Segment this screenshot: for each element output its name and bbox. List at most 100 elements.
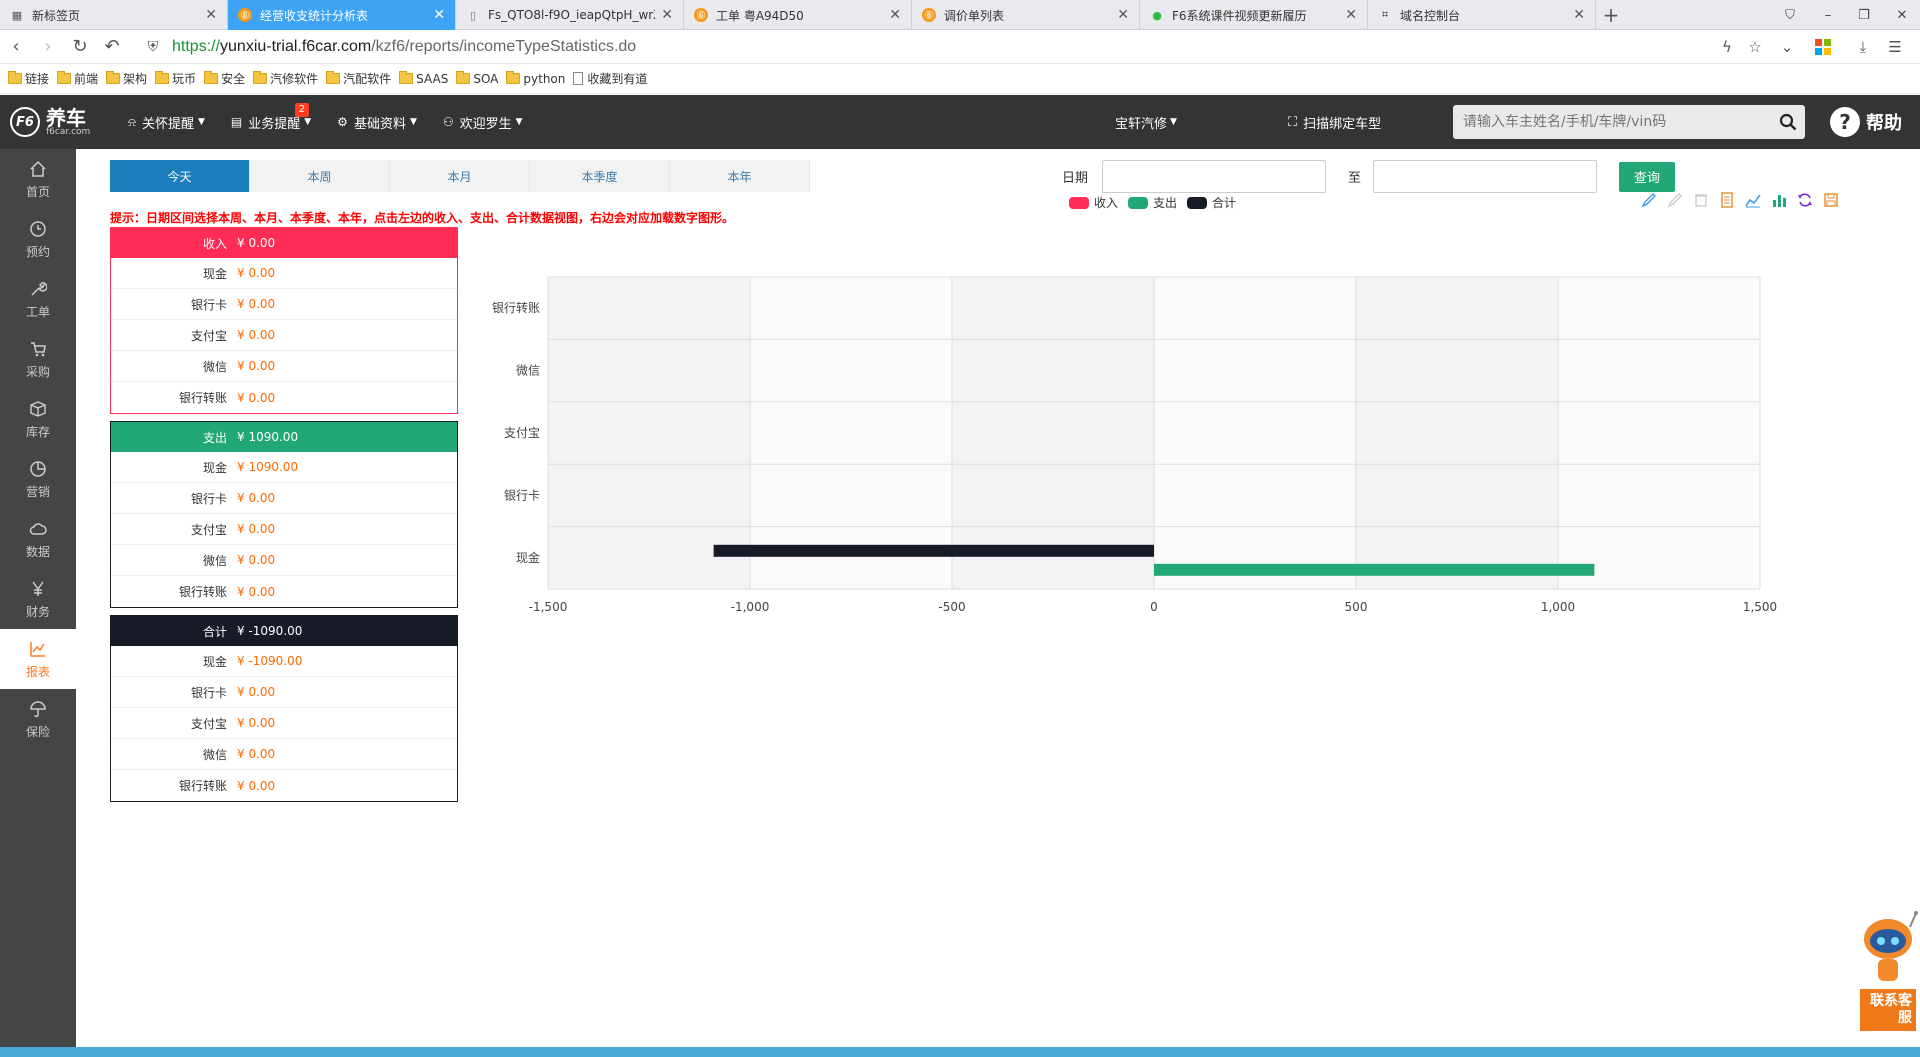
close-icon[interactable]: ✕ xyxy=(1117,7,1129,23)
close-icon[interactable]: ✕ xyxy=(1345,7,1357,23)
help-button[interactable]: ? 帮助 xyxy=(1830,95,1902,149)
star-icon[interactable]: ☆ xyxy=(1740,30,1770,64)
refresh-icon[interactable] xyxy=(1792,189,1818,211)
chevron-down-icon[interactable]: ⌄ xyxy=(1772,30,1802,64)
bookmark-item[interactable]: 前端 xyxy=(57,70,98,87)
clear-mark-icon[interactable] xyxy=(1688,189,1714,211)
panel-row[interactable]: 银行转账 ¥ 0.00 xyxy=(111,576,457,607)
bookmark-item[interactable]: 玩币 xyxy=(155,70,196,87)
bookmark-item[interactable]: SAAS xyxy=(399,71,448,86)
sidebar-item-4[interactable]: 采购 xyxy=(0,329,76,389)
panel-row[interactable]: 微信 ¥ 0.00 xyxy=(111,545,457,576)
close-window-icon[interactable]: ✕ xyxy=(1884,0,1920,30)
bookmark-item[interactable]: 架构 xyxy=(106,70,147,87)
reload-icon[interactable]: ↻ xyxy=(64,30,96,64)
sidebar-item-2[interactable]: 预约 xyxy=(0,209,76,269)
browser-tab[interactable]: ▦ 新标签页 ✕ xyxy=(0,0,228,30)
sidebar-item-3[interactable]: 工单 xyxy=(0,269,76,329)
panel-row[interactable]: 支付宝 ¥ 0.00 xyxy=(111,320,457,351)
bookmark-item[interactable]: 汽配软件 xyxy=(326,70,391,87)
browser-tab[interactable]: ⑥ 调价单列表 ✕ xyxy=(912,0,1140,30)
back-icon[interactable]: ‹ xyxy=(0,30,32,64)
shirt-icon[interactable]: ⛉ xyxy=(1772,0,1808,30)
sidebar-item-5[interactable]: 库存 xyxy=(0,389,76,449)
header-menu-1[interactable]: ⍾ 关怀提醒 ▼ xyxy=(128,113,205,132)
bookmark-item[interactable]: 链接 xyxy=(8,70,49,87)
header-menu-4[interactable]: ⚇ 欢迎罗生 ▼ xyxy=(443,113,523,132)
period-tab[interactable]: 本季度 xyxy=(530,160,670,192)
browser-tab[interactable]: ▯ Fs_QTO8l-f9O_ieapQtpH_wrZ ✕ xyxy=(456,0,684,30)
panel-row[interactable]: 银行转账 ¥ 0.00 xyxy=(111,382,457,413)
sidebar-item-1[interactable]: 首页 xyxy=(0,149,76,209)
close-icon[interactable]: ✕ xyxy=(205,7,217,23)
panel-row[interactable]: 银行卡 ¥ 0.00 xyxy=(111,289,457,320)
menu-icon[interactable]: ☰ xyxy=(1880,30,1910,64)
period-tab[interactable]: 本周 xyxy=(250,160,390,192)
undo-icon[interactable]: ↶ xyxy=(96,30,128,64)
data-view-icon[interactable] xyxy=(1714,189,1740,211)
new-tab-button[interactable]: + xyxy=(1596,0,1626,30)
close-icon[interactable]: ✕ xyxy=(433,7,445,23)
search-input[interactable] xyxy=(1463,114,1771,130)
panel-row[interactable]: 微信 ¥ 0.00 xyxy=(111,351,457,382)
browser-tab[interactable]: ⑥ 工单 粤A94D50 ✕ xyxy=(684,0,912,30)
line-chart-icon[interactable] xyxy=(1740,189,1766,211)
save-image-icon[interactable] xyxy=(1818,189,1844,211)
end-date-input[interactable] xyxy=(1373,160,1598,193)
period-tab[interactable]: 本月 xyxy=(390,160,530,192)
bookmark-item[interactable]: 安全 xyxy=(204,70,245,87)
summary-panel[interactable]: 收入 ¥ 0.00 现金 ¥ 0.00 银行卡 ¥ 0.00 支付宝 ¥ 0.00 微信 ¥ 0.… xyxy=(110,227,458,414)
sidebar-item-7[interactable]: 数据 xyxy=(0,509,76,569)
bookmark-item[interactable]: python xyxy=(506,71,565,86)
header-menu-3[interactable]: ⚙ 基础资料 ▼ xyxy=(337,113,417,132)
bookmark-item[interactable]: 收藏到有道 xyxy=(573,70,647,87)
sidebar-item-8[interactable]: 财务 xyxy=(0,569,76,629)
url-field[interactable]: https://yunxiu-trial.f6car.com/kzf6/repo… xyxy=(172,38,636,56)
panel-header[interactable]: 支出 ¥ 1090.00 xyxy=(111,422,457,452)
panel-row[interactable]: 现金 ¥ 1090.00 xyxy=(111,452,457,483)
app-logo[interactable]: F6 养车 f6car.com xyxy=(0,95,100,149)
contact-service-label[interactable]: 联系客服 xyxy=(1860,989,1916,1031)
period-tab[interactable]: 本年 xyxy=(670,160,810,192)
mark-pen-icon[interactable] xyxy=(1636,189,1662,211)
sidebar-item-10[interactable]: 保险 xyxy=(0,689,76,749)
close-icon[interactable]: ✕ xyxy=(661,7,673,23)
summary-panel[interactable]: 合计 ¥ -1090.00 现金 ¥ -1090.00 银行卡 ¥ 0.00 支付宝 ¥ 0.… xyxy=(110,615,458,802)
panel-row[interactable]: 支付宝 ¥ 0.00 xyxy=(111,708,457,739)
legend-item[interactable]: 合计 xyxy=(1187,194,1236,211)
forward-icon[interactable]: › xyxy=(32,30,64,64)
close-icon[interactable]: ✕ xyxy=(889,7,901,23)
panel-row[interactable]: 现金 ¥ 0.00 xyxy=(111,258,457,289)
query-button[interactable]: 查询 xyxy=(1619,161,1676,192)
panel-row[interactable]: 现金 ¥ -1090.00 xyxy=(111,646,457,677)
sidebar-item-9[interactable]: 报表 xyxy=(0,629,76,689)
summary-panel[interactable]: 支出 ¥ 1090.00 现金 ¥ 1090.00 银行卡 ¥ 0.00 支付宝 ¥ 0.00… xyxy=(110,421,458,608)
store-switcher[interactable]: 宝轩汽修 ▼ xyxy=(1115,95,1177,149)
panel-row[interactable]: 微信 ¥ 0.00 xyxy=(111,739,457,770)
apps-icon[interactable] xyxy=(1808,30,1838,64)
search-icon[interactable] xyxy=(1771,105,1805,139)
download-icon[interactable]: ⤓ xyxy=(1848,30,1878,64)
lightning-icon[interactable]: ϟ xyxy=(1712,30,1742,64)
bookmark-item[interactable]: SOA xyxy=(456,71,498,86)
bar-chart-icon[interactable] xyxy=(1766,189,1792,211)
panel-header[interactable]: 合计 ¥ -1090.00 xyxy=(111,616,457,646)
close-icon[interactable]: ✕ xyxy=(1573,7,1585,23)
header-menu-2[interactable]: ▤ 业务提醒 ▼ 2 xyxy=(231,102,311,132)
restore-icon[interactable]: ❐ xyxy=(1846,0,1882,30)
sidebar-item-6[interactable]: 营销 xyxy=(0,449,76,509)
customer-service-robot[interactable]: 联系客服 xyxy=(1858,909,1918,1031)
browser-tab[interactable]: ⑥ 经营收支统计分析表 ✕ xyxy=(228,0,456,30)
panel-row[interactable]: 银行转账 ¥ 0.00 xyxy=(111,770,457,801)
start-date-input[interactable] xyxy=(1102,160,1327,193)
scan-bind-button[interactable]: ⛶ 扫描绑定车型 xyxy=(1288,95,1381,149)
panel-header[interactable]: 收入 ¥ 0.00 xyxy=(111,228,457,258)
bookmark-item[interactable]: 汽修软件 xyxy=(253,70,318,87)
legend-item[interactable]: 支出 xyxy=(1128,194,1177,211)
panel-row[interactable]: 银行卡 ¥ 0.00 xyxy=(111,483,457,514)
legend-item[interactable]: 收入 xyxy=(1069,194,1118,211)
panel-row[interactable]: 银行卡 ¥ 0.00 xyxy=(111,677,457,708)
period-tab[interactable]: 今天 xyxy=(110,160,250,192)
panel-row[interactable]: 支付宝 ¥ 0.00 xyxy=(111,514,457,545)
minimize-icon[interactable]: – xyxy=(1810,0,1846,30)
